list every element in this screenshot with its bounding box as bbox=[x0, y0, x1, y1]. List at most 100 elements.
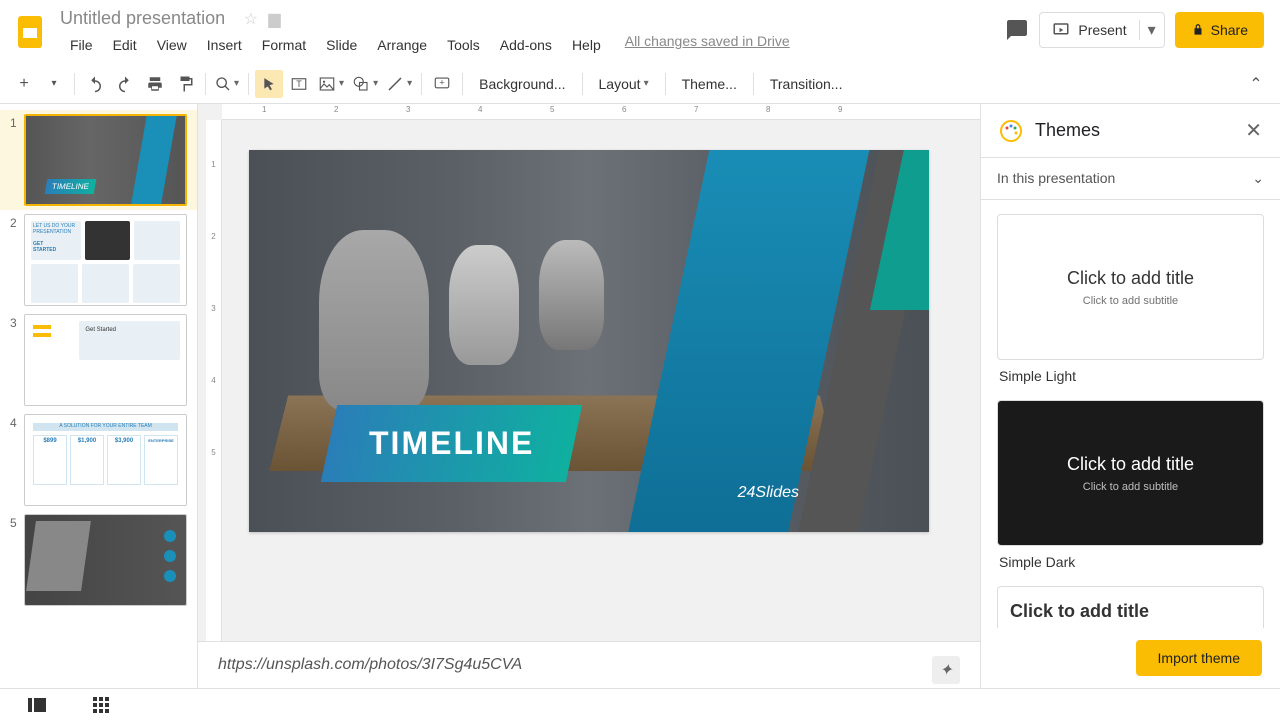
image-button[interactable]: ▾ bbox=[315, 70, 347, 98]
slide-thumb: Get Started bbox=[24, 314, 187, 406]
import-theme-wrap: Import theme bbox=[981, 628, 1280, 688]
new-slide-caret[interactable]: ▾ bbox=[40, 70, 68, 98]
redo-button[interactable] bbox=[111, 70, 139, 98]
zoom-button[interactable]: ▾ bbox=[212, 70, 242, 98]
theme-preview: Click to add title Click to add subtitle bbox=[997, 214, 1264, 360]
themes-list[interactable]: Click to add title Click to add subtitle… bbox=[981, 200, 1280, 628]
slide-brand: 24Slides bbox=[738, 484, 799, 502]
slide-thumb bbox=[24, 514, 187, 606]
menu-tools[interactable]: Tools bbox=[437, 33, 490, 57]
themes-header: Themes ✕ bbox=[981, 104, 1280, 158]
layout-button[interactable]: Layout▾ bbox=[589, 70, 659, 98]
menu-addons[interactable]: Add-ons bbox=[490, 33, 562, 57]
separator bbox=[462, 73, 463, 95]
filmstrip-view-button[interactable] bbox=[20, 693, 54, 717]
import-theme-button[interactable]: Import theme bbox=[1136, 640, 1262, 676]
themes-section-toggle[interactable]: In this presentation ⌄ bbox=[981, 158, 1280, 200]
separator bbox=[665, 73, 666, 95]
slides-logo[interactable] bbox=[10, 12, 50, 52]
grid-view-button[interactable] bbox=[84, 693, 118, 717]
filmstrip-slide-5[interactable]: 5 bbox=[0, 510, 197, 610]
palette-icon bbox=[999, 119, 1023, 143]
share-button[interactable]: Share bbox=[1175, 12, 1264, 48]
line-button[interactable]: ▾ bbox=[383, 70, 415, 98]
theme-card-simple-dark[interactable]: Click to add title Click to add subtitle… bbox=[997, 400, 1264, 578]
menu-insert[interactable]: Insert bbox=[197, 33, 252, 57]
menu-help[interactable]: Help bbox=[562, 33, 611, 57]
menubar: File Edit View Insert Format Slide Arran… bbox=[60, 33, 1005, 57]
transition-button[interactable]: Transition... bbox=[760, 70, 853, 98]
app-header: Untitled presentation ☆ ▆ File Edit View… bbox=[0, 0, 1280, 64]
ruler-vertical: 12345 bbox=[206, 120, 222, 688]
theme-button[interactable]: Theme... bbox=[672, 70, 747, 98]
select-tool-button[interactable] bbox=[255, 70, 283, 98]
undo-button[interactable] bbox=[81, 70, 109, 98]
filmstrip[interactable]: 1 TIMELINE 2 LET US DO YOURPRESENTATIONG… bbox=[0, 104, 198, 688]
themes-panel: Themes ✕ In this presentation ⌄ Click to… bbox=[980, 104, 1280, 688]
slide-title-box[interactable]: TIMELINE bbox=[321, 405, 583, 482]
present-button[interactable]: Present ▾ bbox=[1039, 12, 1164, 48]
theme-preview: Click to add title bbox=[997, 586, 1264, 628]
textbox-button[interactable]: T bbox=[285, 70, 313, 98]
menu-file[interactable]: File bbox=[60, 33, 103, 57]
background-button[interactable]: Background... bbox=[469, 70, 575, 98]
comment-button[interactable]: + bbox=[428, 70, 456, 98]
menu-edit[interactable]: Edit bbox=[103, 33, 147, 57]
toolbar: + ▾ ▾ T ▾ ▾ ▾ + Background... Layout▾ Th… bbox=[0, 64, 1280, 104]
slide-thumb: TIMELINE bbox=[24, 114, 187, 206]
separator bbox=[421, 73, 422, 95]
explore-button[interactable]: ✦ bbox=[932, 656, 960, 684]
separator bbox=[74, 73, 75, 95]
separator bbox=[205, 73, 206, 95]
filmstrip-slide-2[interactable]: 2 LET US DO YOURPRESENTATIONGETSTARTED bbox=[0, 210, 197, 310]
filmstrip-slide-1[interactable]: 1 TIMELINE bbox=[0, 110, 197, 210]
canvas-area: 123456789 12345 TIMELINE 24Slides https:… bbox=[198, 104, 980, 688]
present-caret-icon[interactable]: ▾ bbox=[1139, 20, 1164, 40]
move-folder-icon[interactable]: ▆ bbox=[268, 9, 280, 29]
main-area: 1 TIMELINE 2 LET US DO YOURPRESENTATIONG… bbox=[0, 104, 1280, 688]
filmstrip-slide-4[interactable]: 4 A SOLUTION FOR YOUR ENTIRE TEAM $899 $… bbox=[0, 410, 197, 510]
slide-title-text: TIMELINE bbox=[369, 425, 534, 462]
menu-arrange[interactable]: Arrange bbox=[367, 33, 437, 57]
star-icon[interactable]: ☆ bbox=[244, 9, 258, 29]
separator bbox=[248, 73, 249, 95]
close-themes-button[interactable]: ✕ bbox=[1245, 118, 1262, 143]
new-slide-button[interactable]: + bbox=[10, 70, 38, 98]
doc-title[interactable]: Untitled presentation bbox=[60, 8, 225, 29]
theme-preview: Click to add title Click to add subtitle bbox=[997, 400, 1264, 546]
header-actions: Present ▾ Share bbox=[1005, 12, 1264, 48]
menu-slide[interactable]: Slide bbox=[316, 33, 367, 57]
slide-number: 5 bbox=[10, 514, 24, 606]
canvas-scroll[interactable]: TIMELINE 24Slides bbox=[198, 120, 980, 641]
svg-text:T: T bbox=[296, 79, 302, 89]
theme-name: Simple Light bbox=[997, 360, 1264, 392]
comments-icon[interactable] bbox=[1005, 18, 1029, 42]
theme-card-simple-light[interactable]: Click to add title Click to add subtitle… bbox=[997, 214, 1264, 392]
title-area: Untitled presentation ☆ ▆ File Edit View… bbox=[60, 8, 1005, 57]
collapse-toolbar-button[interactable]: ⌃ bbox=[1242, 70, 1270, 98]
menu-format[interactable]: Format bbox=[252, 33, 316, 57]
ruler-horizontal: 123456789 bbox=[222, 104, 980, 120]
footer bbox=[0, 688, 1280, 720]
present-label: Present bbox=[1078, 22, 1126, 38]
theme-card-other[interactable]: Click to add title bbox=[997, 586, 1264, 628]
svg-text:+: + bbox=[439, 77, 444, 87]
shape-button[interactable]: ▾ bbox=[349, 70, 381, 98]
slide-number: 3 bbox=[10, 314, 24, 406]
speaker-notes[interactable]: https://unsplash.com/photos/3I7Sg4u5CVA … bbox=[198, 641, 980, 688]
slide-number: 1 bbox=[10, 114, 24, 206]
separator bbox=[582, 73, 583, 95]
active-slide[interactable]: TIMELINE 24Slides bbox=[249, 150, 929, 532]
theme-name: Simple Dark bbox=[997, 546, 1264, 578]
saved-status[interactable]: All changes saved in Drive bbox=[625, 33, 790, 57]
chevron-down-icon: ⌄ bbox=[1252, 170, 1264, 187]
share-label: Share bbox=[1211, 22, 1248, 38]
menu-view[interactable]: View bbox=[147, 33, 197, 57]
lock-icon bbox=[1191, 23, 1205, 37]
themes-title: Themes bbox=[1035, 120, 1245, 141]
filmstrip-slide-3[interactable]: 3 Get Started bbox=[0, 310, 197, 410]
slide-thumb: LET US DO YOURPRESENTATIONGETSTARTED bbox=[24, 214, 187, 306]
paint-format-button[interactable] bbox=[171, 70, 199, 98]
print-button[interactable] bbox=[141, 70, 169, 98]
slide-number: 2 bbox=[10, 214, 24, 306]
